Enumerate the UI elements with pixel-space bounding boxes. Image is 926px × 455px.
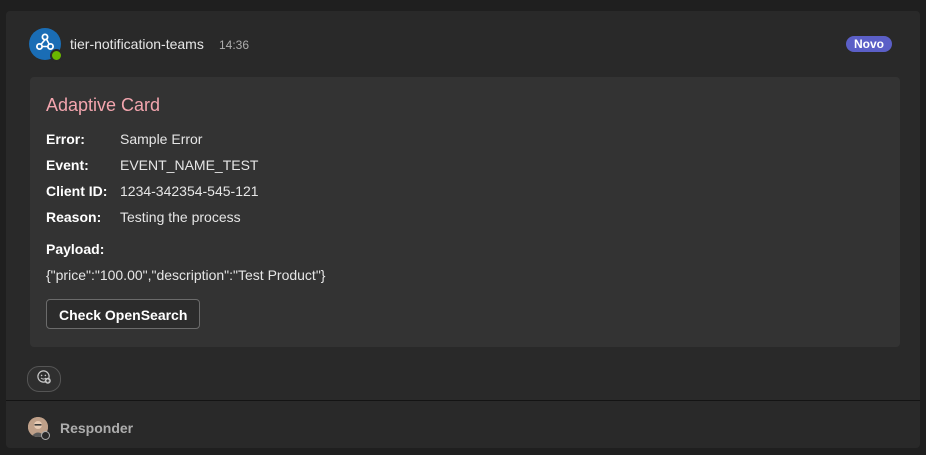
fact-value: Testing the process bbox=[120, 209, 241, 225]
sender-name[interactable]: tier-notification-teams bbox=[70, 36, 204, 52]
message-container: tier-notification-teams 14:36 Novo Adapt… bbox=[6, 11, 920, 448]
check-opensearch-button[interactable]: Check OpenSearch bbox=[46, 299, 201, 329]
reply-divider bbox=[6, 400, 920, 401]
payload-label: Payload: bbox=[46, 241, 105, 257]
user-status-icon bbox=[41, 431, 50, 440]
reply-button[interactable]: Responder bbox=[60, 420, 133, 436]
bot-avatar[interactable] bbox=[29, 28, 63, 62]
available-status-icon bbox=[50, 49, 63, 62]
payload-value: {"price":"100.00","description":"Test Pr… bbox=[46, 267, 326, 283]
new-badge: Novo bbox=[846, 36, 892, 52]
fact-value: EVENT_NAME_TEST bbox=[120, 157, 259, 173]
message-time: 14:36 bbox=[219, 38, 250, 52]
fact-value: Sample Error bbox=[120, 131, 203, 147]
fact-key: Client ID: bbox=[46, 183, 108, 199]
card-title: Adaptive Card bbox=[46, 95, 161, 115]
fact-key: Error: bbox=[46, 131, 85, 147]
fact-key: Event: bbox=[46, 157, 89, 173]
add-reaction-button[interactable] bbox=[27, 366, 61, 392]
fact-value: 1234-342354-545-121 bbox=[120, 183, 259, 199]
fact-key: Reason: bbox=[46, 209, 102, 225]
adaptive-card: Adaptive Card Error: Sample Error Event:… bbox=[30, 77, 900, 347]
add-reaction-icon bbox=[36, 369, 52, 390]
